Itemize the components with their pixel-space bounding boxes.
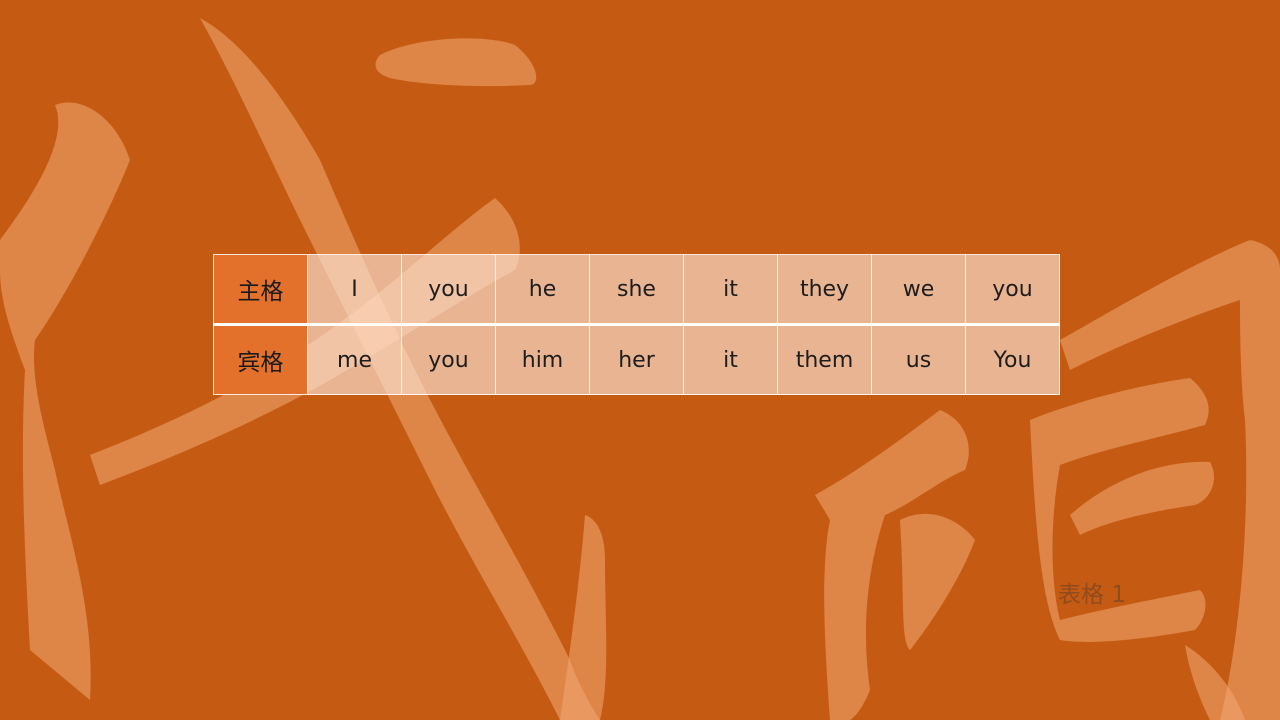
table-cell: I — [307, 254, 402, 326]
table-cell: us — [871, 324, 966, 395]
table-cell: she — [589, 254, 684, 326]
table-cell: he — [495, 254, 590, 326]
table-cell: you — [401, 324, 496, 395]
table-cell: her — [589, 324, 684, 395]
pronoun-case-table: 主格 I you he she it they we you 宾格 me you… — [213, 254, 1060, 395]
table-cell: you — [401, 254, 496, 326]
slide-canvas: 主格 I you he she it they we you 宾格 me you… — [0, 0, 1280, 720]
table-caption: 表格 1 — [1058, 582, 1126, 608]
table-row-nominative: 主格 I you he she it they we you — [213, 254, 1060, 326]
table-cell: it — [683, 324, 778, 395]
table-cell: me — [307, 324, 402, 395]
table-cell: they — [777, 254, 872, 326]
table-cell: You — [965, 324, 1060, 395]
table-cell: you — [965, 254, 1060, 326]
row-header-nominative: 主格 — [213, 254, 308, 326]
table-cell: it — [683, 254, 778, 326]
table-cell: them — [777, 324, 872, 395]
table-cell: him — [495, 324, 590, 395]
table-cell: we — [871, 254, 966, 326]
row-header-objective: 宾格 — [213, 324, 308, 395]
table-row-objective: 宾格 me you him her it them us You — [213, 324, 1060, 395]
